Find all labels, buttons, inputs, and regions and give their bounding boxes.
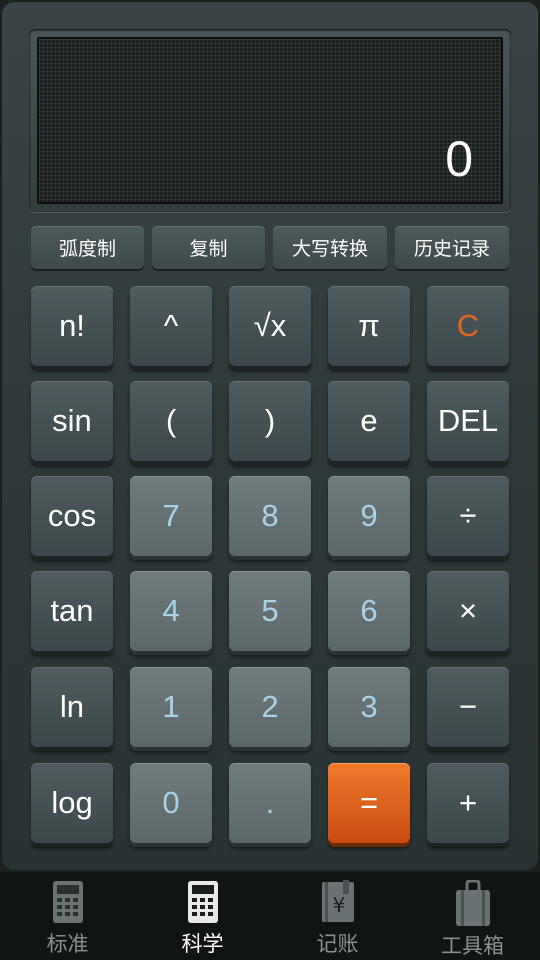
multiply-key[interactable]: × bbox=[427, 571, 509, 651]
close-paren-key[interactable]: ) bbox=[229, 381, 311, 461]
sqrt-key[interactable]: √x bbox=[229, 286, 311, 366]
ledger-icon: ¥ bbox=[321, 880, 354, 922]
digit-8-key[interactable]: 8 bbox=[229, 476, 311, 556]
uppercase-convert-button[interactable]: 大写转换 bbox=[273, 226, 387, 269]
decimal-point-key[interactable]: . bbox=[229, 763, 311, 843]
display-screen: 0 bbox=[37, 37, 503, 204]
digit-9-key[interactable]: 9 bbox=[328, 476, 410, 556]
digit-0-key[interactable]: 0 bbox=[130, 763, 212, 843]
copy-button[interactable]: 复制 bbox=[152, 226, 265, 269]
bottom-tab-bar: 标准 科学 ¥ 记账 工具箱 bbox=[0, 872, 540, 960]
tan-key[interactable]: tan bbox=[31, 571, 113, 651]
svg-text:¥: ¥ bbox=[332, 893, 345, 917]
digit-6-key[interactable]: 6 bbox=[328, 571, 410, 651]
radian-mode-button[interactable]: 弧度制 bbox=[31, 226, 144, 269]
digit-5-key[interactable]: 5 bbox=[229, 571, 311, 651]
digit-3-key[interactable]: 3 bbox=[328, 667, 410, 747]
digit-7-key[interactable]: 7 bbox=[130, 476, 212, 556]
minus-key[interactable]: − bbox=[427, 667, 509, 747]
divide-key[interactable]: ÷ bbox=[427, 476, 509, 556]
pi-key[interactable]: π bbox=[328, 286, 410, 366]
sin-key[interactable]: sin bbox=[31, 381, 113, 461]
tab-standard-label: 标准 bbox=[46, 932, 89, 956]
delete-key[interactable]: DEL bbox=[427, 381, 509, 461]
equals-key[interactable]: = bbox=[328, 763, 410, 843]
tab-scientific-label: 科学 bbox=[181, 932, 224, 956]
tab-ledger-label: 记账 bbox=[316, 932, 359, 956]
display-frame: 0 bbox=[29, 29, 511, 212]
tab-toolbox-label: 工具箱 bbox=[441, 934, 504, 958]
tab-toolbox[interactable]: 工具箱 bbox=[405, 872, 540, 960]
clear-key[interactable]: C bbox=[427, 286, 509, 366]
cos-key[interactable]: cos bbox=[31, 476, 113, 556]
power-key[interactable]: ^ bbox=[130, 286, 212, 366]
tab-scientific[interactable]: 科学 bbox=[135, 872, 270, 960]
digit-2-key[interactable]: 2 bbox=[229, 667, 311, 747]
ln-key[interactable]: ln bbox=[31, 667, 113, 747]
calculator-icon bbox=[187, 881, 218, 923]
log-key[interactable]: log bbox=[31, 763, 113, 843]
tab-ledger[interactable]: ¥ 记账 bbox=[270, 872, 405, 960]
toolbox-icon bbox=[455, 880, 490, 926]
calculator-body: 0 弧度制 复制 大写转换 历史记录 n! ^ √x π Csin() e DEL cos 7 8… bbox=[0, 0, 540, 872]
calculator-icon bbox=[52, 881, 83, 923]
tab-standard[interactable]: 标准 bbox=[0, 872, 135, 960]
display-value: 0 bbox=[445, 131, 473, 187]
history-button[interactable]: 历史记录 bbox=[395, 226, 509, 269]
digit-4-key[interactable]: 4 bbox=[130, 571, 212, 651]
plus-key[interactable]: + bbox=[427, 763, 509, 843]
digit-1-key[interactable]: 1 bbox=[130, 667, 212, 747]
e-key[interactable]: e bbox=[328, 381, 410, 461]
factorial-key[interactable]: n! bbox=[31, 286, 113, 366]
open-paren-key[interactable]: ( bbox=[130, 381, 212, 461]
